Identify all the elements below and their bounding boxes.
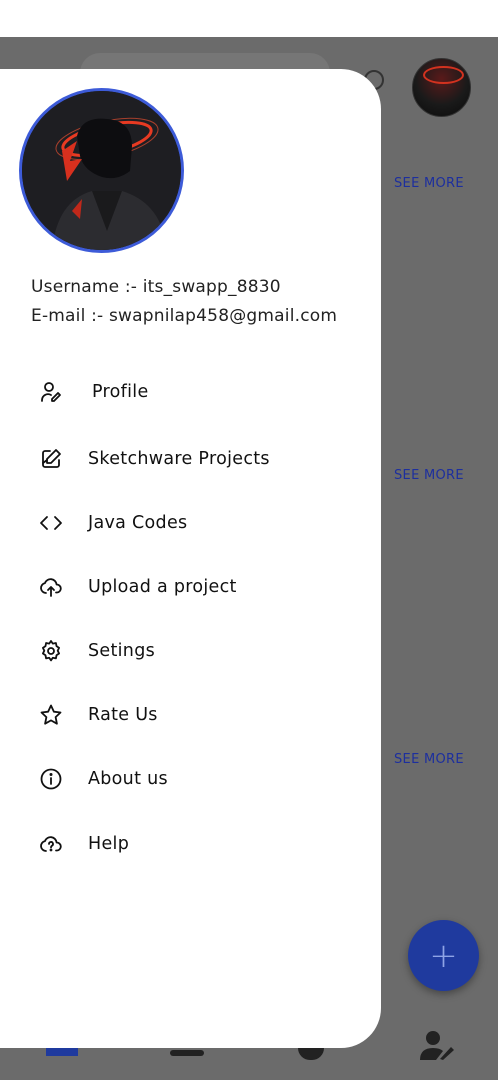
- menu-label-about-us: About us: [88, 769, 168, 789]
- see-more-link: SEE MORE: [394, 468, 464, 483]
- cloud-help-icon: [39, 832, 63, 856]
- menu-label-profile: Profile: [92, 382, 149, 402]
- menu-label-rate-us: Rate Us: [88, 705, 158, 725]
- see-more-link: SEE MORE: [394, 752, 464, 767]
- info-icon: [39, 767, 63, 791]
- user-edit-nav-icon: [420, 1031, 454, 1060]
- cloud-upload-icon: [39, 575, 63, 599]
- gear-icon: [39, 639, 63, 663]
- header-avatar: [412, 58, 471, 117]
- star-icon: [39, 703, 63, 727]
- code-icon: [39, 511, 63, 535]
- menu-label-help: Help: [88, 834, 130, 854]
- menu-label-upload-project: Upload a project: [88, 577, 237, 597]
- menu-item-settings[interactable]: Setings: [0, 629, 381, 673]
- add-fab-button[interactable]: +: [408, 920, 479, 991]
- email-text: E-mail :- swapnilap458@gmail.com: [31, 306, 338, 326]
- menu-item-sketchware-projects[interactable]: Sketchware Projects: [0, 437, 381, 481]
- menu-label-sketchware-projects: Sketchware Projects: [88, 449, 270, 469]
- menu-label-settings: Setings: [88, 641, 156, 661]
- see-more-link: SEE MORE: [394, 176, 464, 191]
- menu-item-rate-us[interactable]: Rate Us: [0, 693, 381, 737]
- profile-avatar[interactable]: [19, 88, 184, 253]
- user-edit-icon: [39, 380, 63, 404]
- menu-item-upload-project[interactable]: Upload a project: [0, 565, 381, 609]
- user-info: Username :- its_swapp_8830 E-mail :- swa…: [31, 273, 337, 331]
- avatar-illustration: [22, 91, 181, 250]
- plus-icon: +: [429, 935, 458, 976]
- list-nav-icon: [170, 1050, 204, 1056]
- status-bar: [0, 0, 498, 37]
- menu-item-java-codes[interactable]: Java Codes: [0, 501, 381, 545]
- edit-square-icon: [39, 447, 63, 471]
- menu-item-about-us[interactable]: About us: [0, 757, 381, 801]
- menu-item-help[interactable]: Help: [0, 822, 381, 866]
- menu-label-java-codes: Java Codes: [88, 513, 188, 533]
- menu-item-profile[interactable]: Profile: [0, 370, 381, 414]
- username-text: Username :- its_swapp_8830: [31, 277, 281, 297]
